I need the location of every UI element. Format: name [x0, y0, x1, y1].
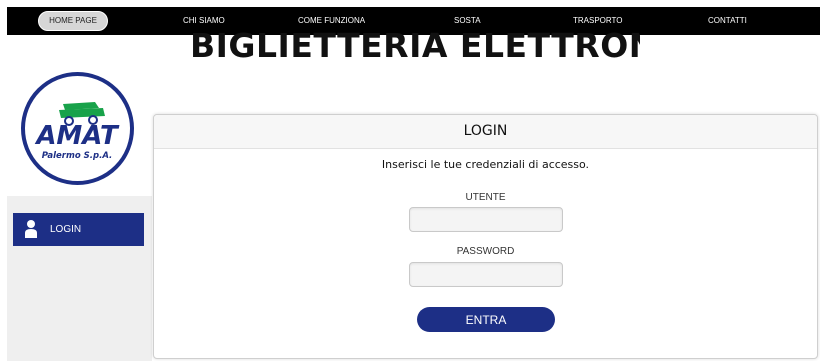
password-field[interactable]: [409, 262, 563, 287]
login-panel: LOGIN Inserisci le tue credenziali di ac…: [153, 114, 818, 359]
amat-wordmark: AMAT: [34, 121, 120, 151]
nav-home-page[interactable]: HOME PAGE: [38, 11, 108, 31]
nav-contatti[interactable]: CONTATTI: [708, 7, 747, 35]
amat-company-text: Palermo S.p.A.: [42, 151, 113, 161]
login-panel-header: LOGIN: [154, 115, 817, 149]
amat-logo[interactable]: AMAT Palermo S.p.A.: [21, 72, 134, 185]
amat-logo-graphic: AMAT Palermo S.p.A.: [34, 102, 120, 161]
login-title: LOGIN: [463, 123, 508, 139]
password-label: PASSWORD: [456, 246, 515, 257]
username-field[interactable]: [409, 207, 563, 232]
page-title: BIGLIETTERIA ELETTRONICA: [190, 24, 640, 70]
user-icon: [25, 220, 37, 238]
username-label: UTENTE: [465, 192, 506, 203]
login-instructions: Inserisci le tue credenziali di accesso.: [381, 158, 590, 171]
sidebar-item-login-label: LOGIN: [50, 224, 82, 235]
page-title-text: BIGLIETTERIA ELETTRONICA: [190, 26, 640, 65]
enter-button[interactable]: ENTRA: [417, 307, 555, 332]
sidebar-item-login[interactable]: LOGIN: [13, 213, 144, 246]
